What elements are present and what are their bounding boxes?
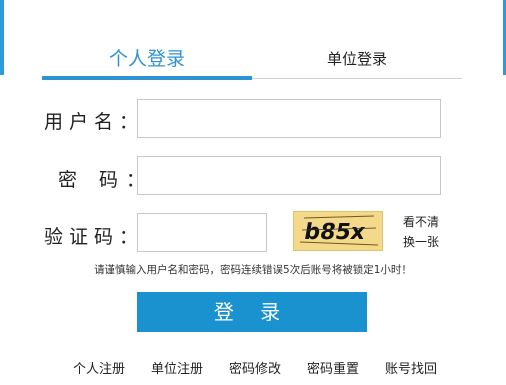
lockout-warning: 请谨慎输入用户名和密码，密码连续错误5次后账号将被锁定1小时！ [94, 264, 412, 276]
captcha-refresh-line2: 换一张 [403, 235, 440, 249]
password-input[interactable] [137, 156, 441, 195]
unit-register-link[interactable]: 单位注册 [151, 358, 203, 377]
captcha-image[interactable]: b85x [293, 211, 383, 251]
login-button[interactable]: 登 录 [137, 292, 367, 332]
login-tabs: 个人登录 单位登录 [42, 40, 462, 80]
account-recover-link[interactable]: 账号找回 [385, 358, 437, 377]
username-label: 用户名： [44, 111, 145, 133]
password-reset-link[interactable]: 密码重置 [307, 358, 359, 377]
captcha-refresh-line1: 看不清 [403, 215, 440, 229]
tab-active-indicator [42, 76, 252, 80]
captcha-input[interactable] [137, 213, 267, 252]
captcha-label: 验证码： [44, 226, 145, 248]
tab-unit-login[interactable]: 单位登录 [292, 48, 422, 69]
captcha-text: b85x [302, 219, 367, 245]
tab-personal-login[interactable]: 个人登录 [42, 44, 252, 71]
left-edge-accent [0, 0, 4, 75]
password-change-link[interactable]: 密码修改 [229, 358, 281, 377]
captcha-refresh-link[interactable]: 看不清 换一张 [403, 212, 443, 252]
personal-register-link[interactable]: 个人注册 [73, 358, 125, 377]
username-input[interactable] [137, 99, 441, 138]
